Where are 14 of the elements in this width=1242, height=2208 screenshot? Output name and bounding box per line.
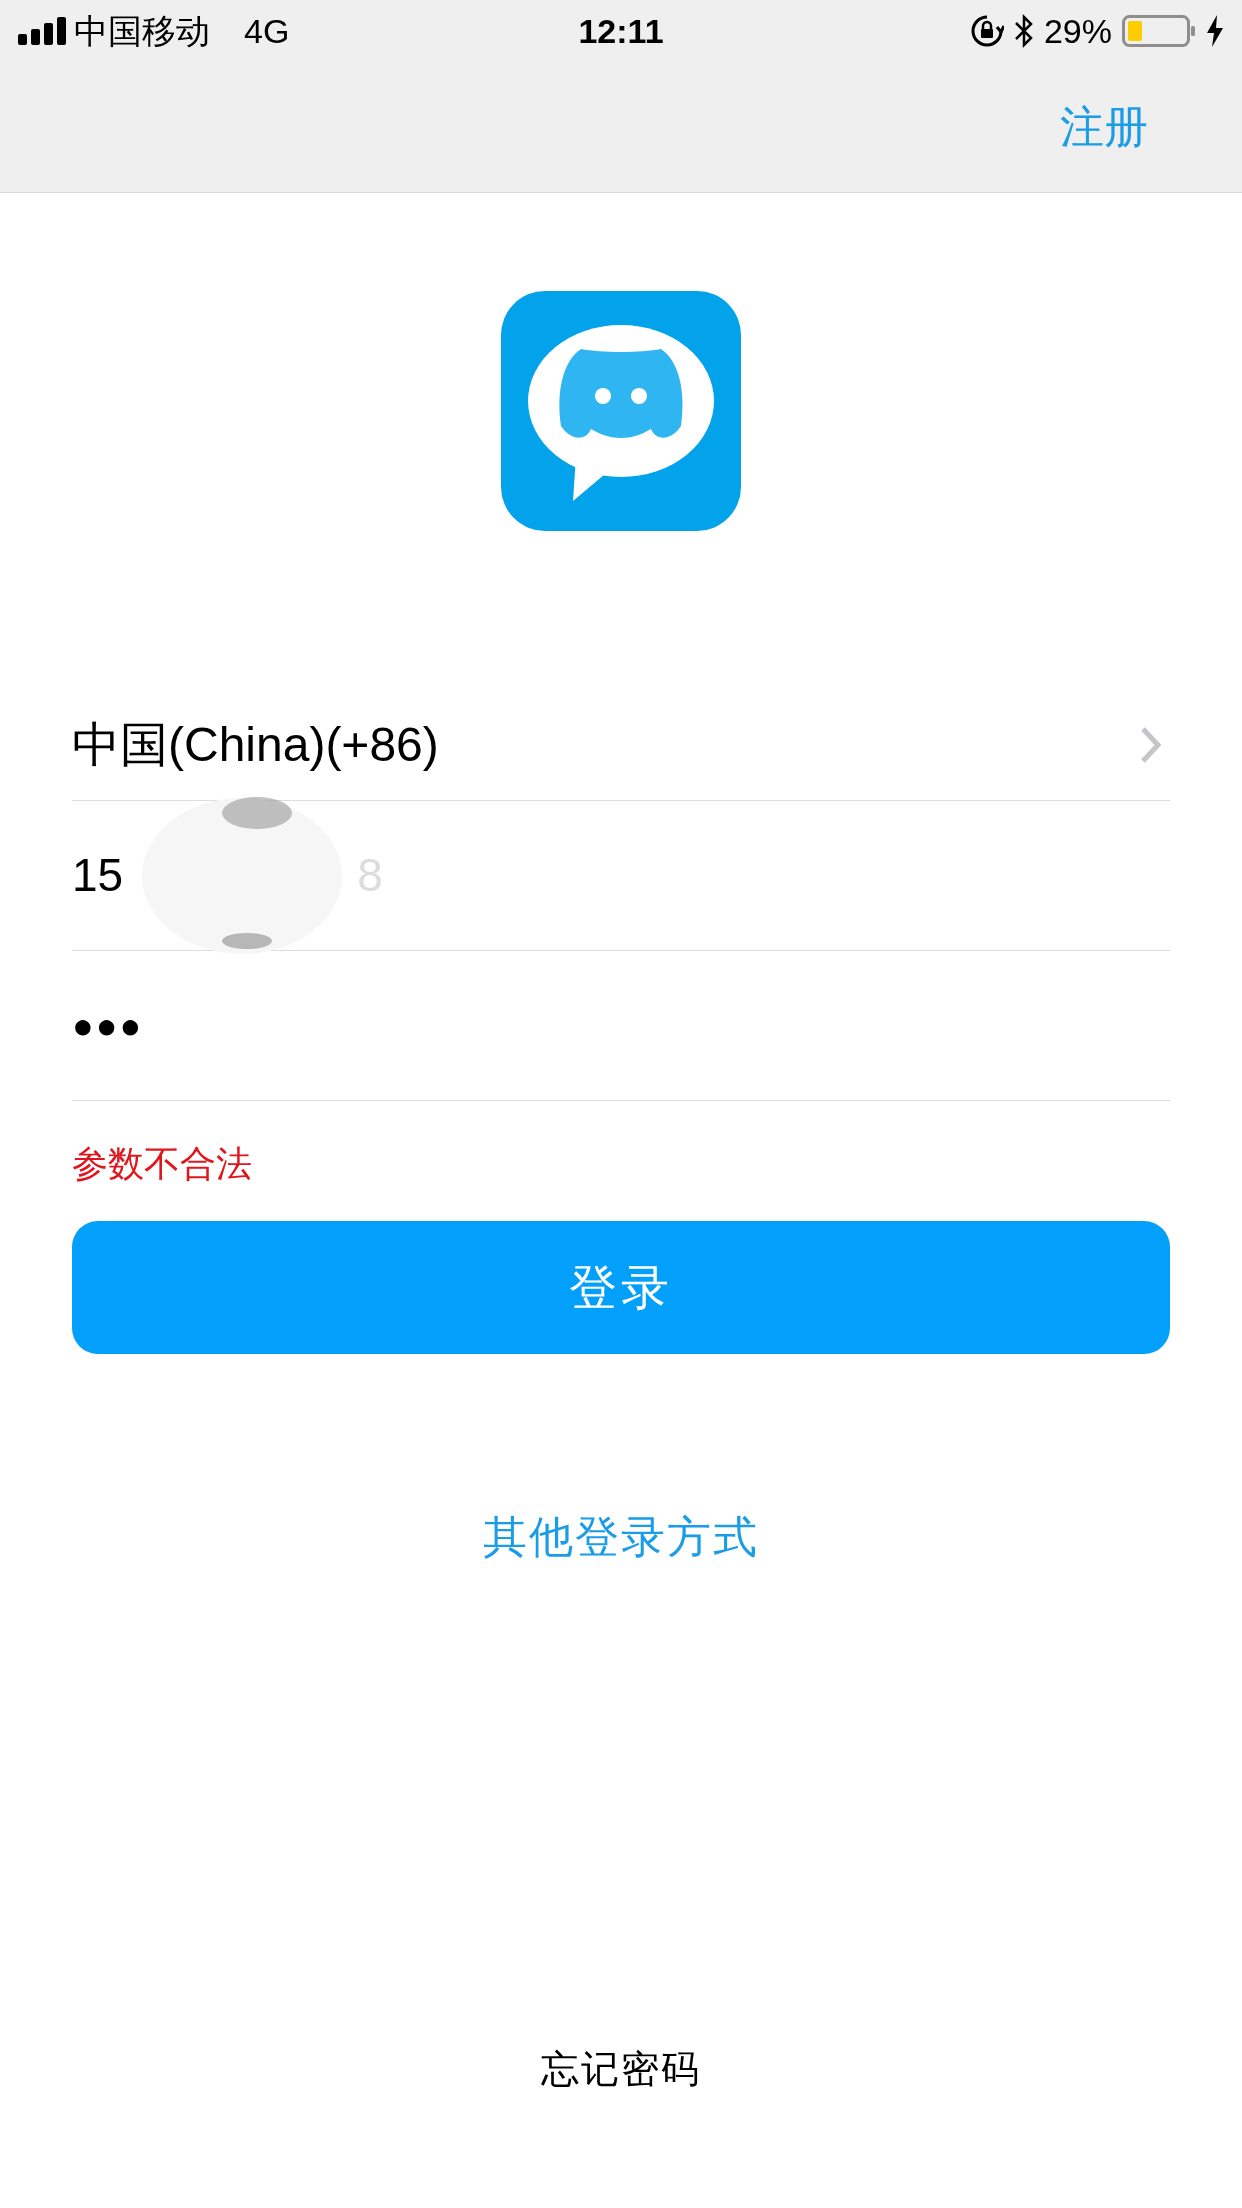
network-type: 4G [244,10,290,52]
bluetooth-icon [1013,14,1034,48]
carrier-name: 中国移动 [74,10,210,52]
chevron-right-icon [1140,725,1162,764]
clock-time: 12:11 [578,10,664,52]
rotation-lock-icon [969,14,1004,48]
error-message: 参数不合法 [72,1142,252,1186]
battery-percentage: 29% [1043,10,1112,52]
password-field[interactable]: ●●● [72,951,1170,1101]
app-logo-icon [501,291,741,531]
signal-icon [18,17,66,45]
forgot-password-link[interactable]: 忘记密码 [541,2041,701,2098]
charging-icon [1206,15,1224,47]
battery-icon [1122,15,1196,47]
